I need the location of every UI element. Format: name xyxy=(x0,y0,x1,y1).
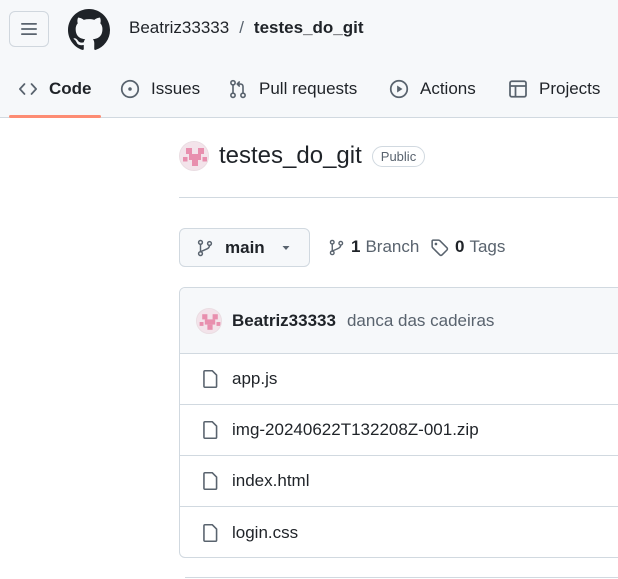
identicon-avatar-icon xyxy=(197,308,221,333)
file-name-link[interactable]: img-20240622T132208Z-001.zip xyxy=(232,420,479,440)
git-pull-request-icon xyxy=(230,79,246,99)
code-icon xyxy=(19,83,37,95)
tab-projects-label: Projects xyxy=(539,79,601,98)
tab-code[interactable]: Code xyxy=(18,76,92,102)
latest-commit-bar: Beatriz33333 danca das cadeiras xyxy=(180,288,618,354)
file-name-link[interactable]: index.html xyxy=(232,471,309,491)
tab-code-label: Code xyxy=(49,79,92,98)
current-branch-label: main xyxy=(225,237,265,257)
issue-opened-icon xyxy=(120,79,140,99)
owner-avatar[interactable] xyxy=(179,141,209,171)
tag-icon xyxy=(431,238,449,256)
breadcrumb-owner-link[interactable]: Beatriz33333 xyxy=(129,18,229,38)
repo-title[interactable]: testes_do_git xyxy=(219,142,362,170)
file-list: Beatriz33333 danca das cadeiras app.js i… xyxy=(179,287,618,558)
table-icon xyxy=(509,80,527,98)
tags-link[interactable]: 0 Tags xyxy=(430,237,505,257)
commit-author-avatar[interactable] xyxy=(196,307,222,334)
git-branch-icon xyxy=(197,239,213,256)
file-icon xyxy=(203,369,218,389)
triangle-down-icon xyxy=(282,245,290,250)
play-icon xyxy=(389,79,409,99)
file-name-link[interactable]: login.css xyxy=(232,523,298,543)
branch-count-label: Branch xyxy=(365,237,420,256)
tag-count-label: Tags xyxy=(469,237,506,256)
commit-author-link[interactable]: Beatriz33333 xyxy=(232,311,336,331)
tab-issues[interactable]: Issues xyxy=(120,76,200,102)
section-divider xyxy=(185,577,618,578)
file-icon xyxy=(203,420,218,440)
repo-nav-tabs: Code Issues Pull requests Actions Projec… xyxy=(0,60,618,118)
git-branch-icon xyxy=(329,239,344,255)
tab-issues-label: Issues xyxy=(151,79,201,98)
github-logo-icon[interactable] xyxy=(68,9,110,51)
breadcrumb: Beatriz33333 / testes_do_git xyxy=(129,18,364,38)
branch-selector-button[interactable]: main xyxy=(179,228,310,267)
tab-actions[interactable]: Actions xyxy=(389,76,476,102)
app-header: Beatriz33333 / testes_do_git xyxy=(0,0,618,60)
repo-heading: testes_do_git Public xyxy=(179,141,426,171)
breadcrumb-separator: / xyxy=(239,18,244,37)
commit-message-link[interactable]: danca das cadeiras xyxy=(347,311,494,331)
tab-pull-requests[interactable]: Pull requests xyxy=(228,76,357,102)
breadcrumb-repo-link[interactable]: testes_do_git xyxy=(254,18,364,38)
open-menu-button[interactable] xyxy=(9,11,49,47)
file-name-link[interactable]: app.js xyxy=(232,369,277,389)
file-row[interactable]: index.html xyxy=(180,456,618,507)
file-row[interactable]: login.css xyxy=(180,507,618,557)
tab-projects[interactable]: Projects xyxy=(508,76,600,102)
identicon-avatar-icon xyxy=(180,142,208,170)
visibility-badge: Public xyxy=(371,145,426,167)
file-row[interactable]: img-20240622T132208Z-001.zip xyxy=(180,405,618,456)
section-divider xyxy=(179,197,618,198)
tab-actions-label: Actions xyxy=(420,79,476,98)
file-row[interactable]: app.js xyxy=(180,354,618,405)
branch-count: 1 xyxy=(351,237,361,256)
tag-count: 0 xyxy=(455,237,465,256)
file-icon xyxy=(203,523,218,542)
branches-link[interactable]: 1 Branch xyxy=(328,237,419,257)
tab-pull-requests-label: Pull requests xyxy=(259,79,358,98)
file-icon xyxy=(203,471,218,491)
hamburger-icon xyxy=(21,23,37,35)
selected-tab-indicator xyxy=(9,115,101,118)
